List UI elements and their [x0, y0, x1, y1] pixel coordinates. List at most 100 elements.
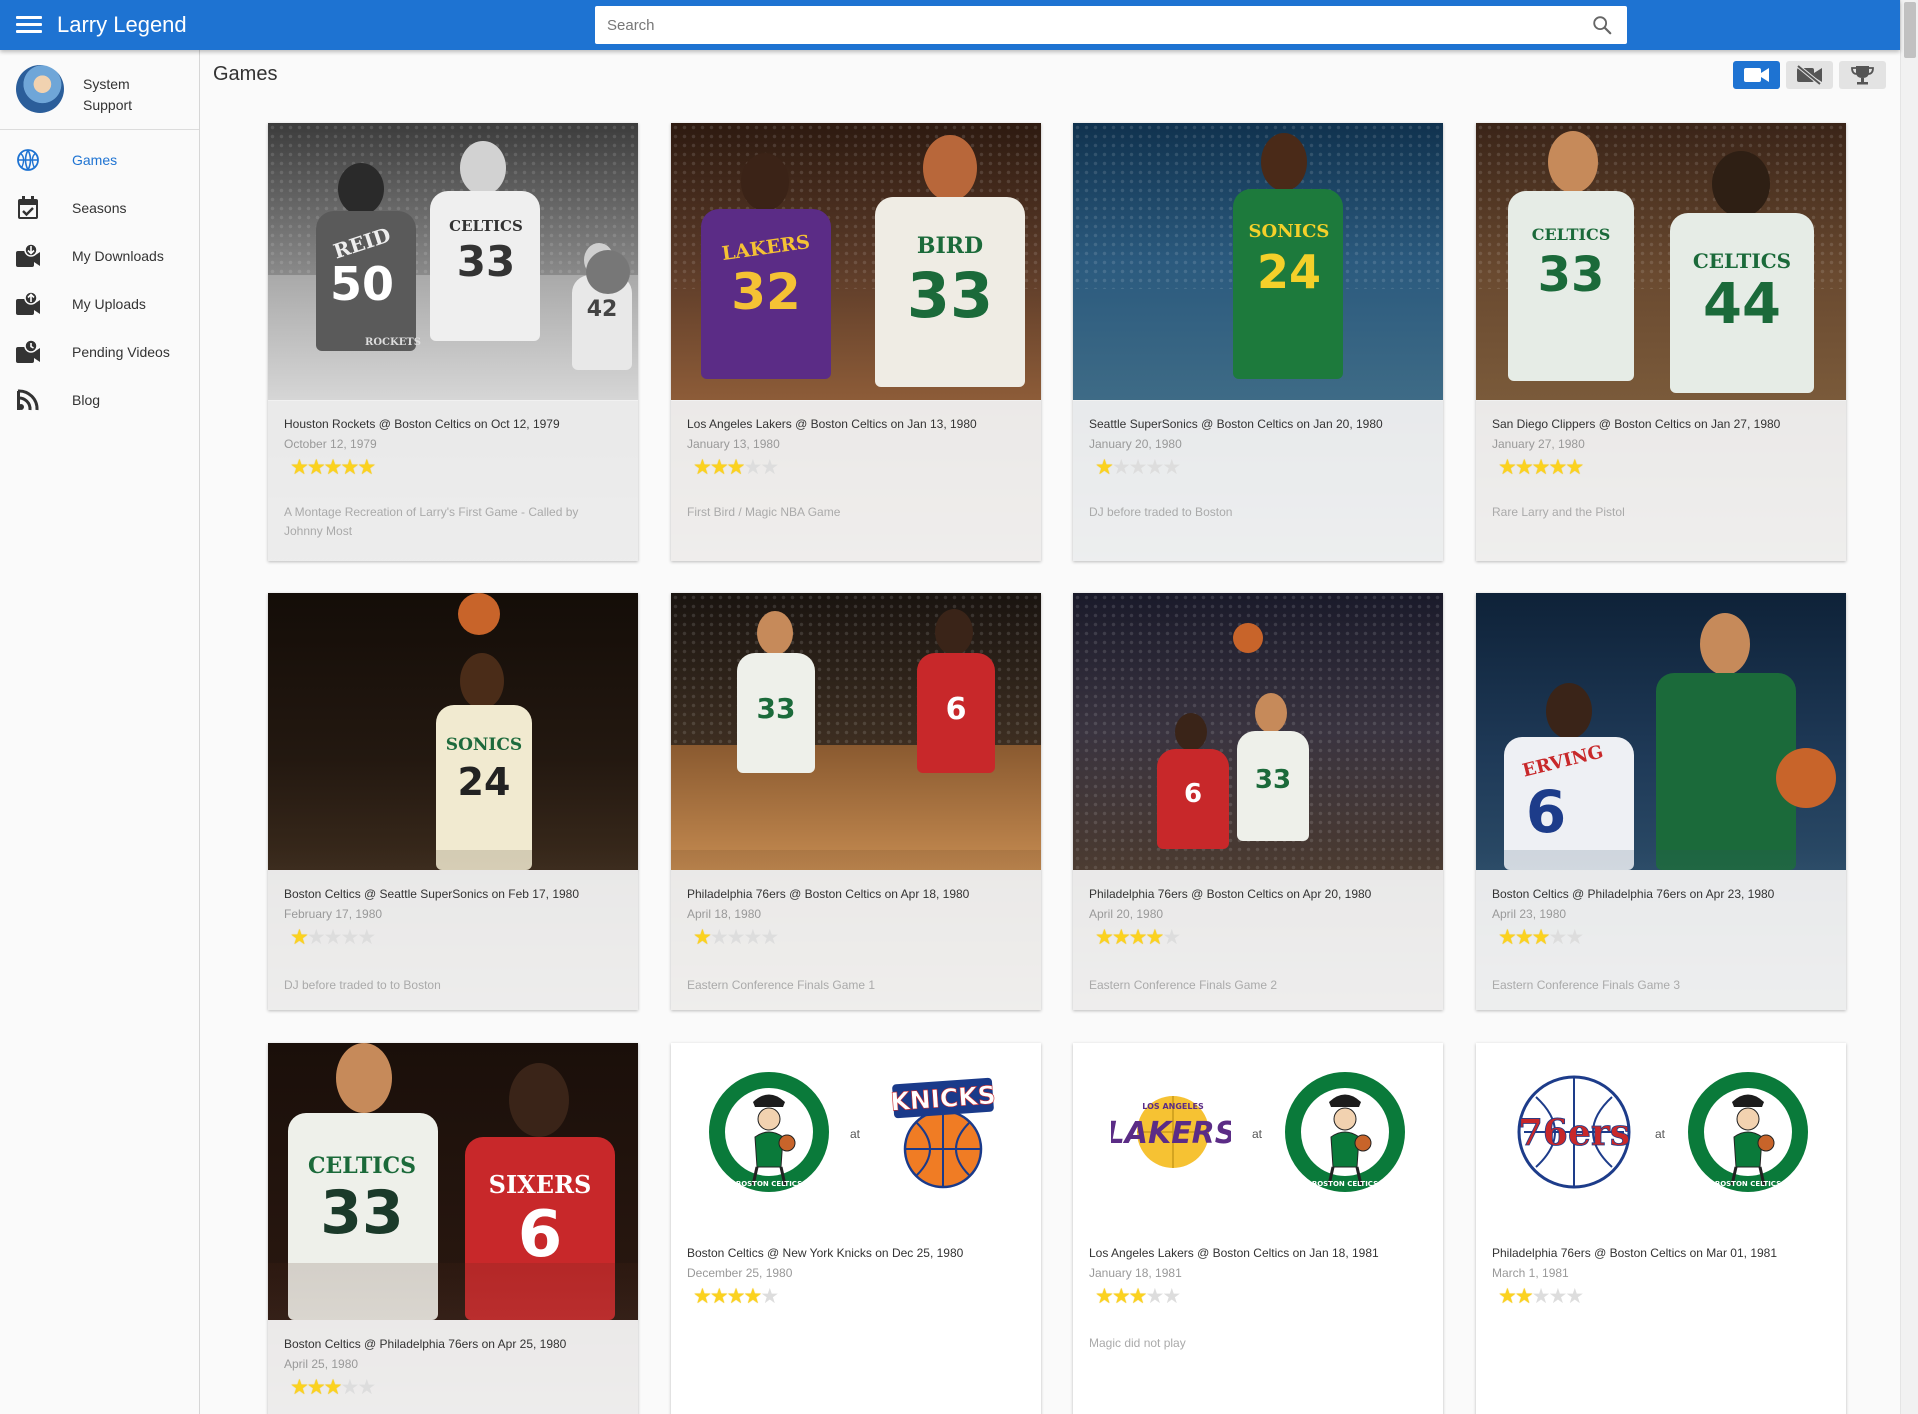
- game-card[interactable]: ERVING 6 Boston Celtics @ Philadelphia 7…: [1476, 593, 1846, 1010]
- star-icon[interactable]: ★: [1112, 1285, 1131, 1308]
- celtics-logo[interactable]: BOSTON CELTICS: [1688, 1067, 1808, 1197]
- card-title[interactable]: Boston Celtics @ Philadelphia 76ers on A…: [284, 1337, 566, 1351]
- game-card[interactable]: 33 6 Philadelphia 76ers @ Boston Celtics…: [671, 593, 1041, 1010]
- star-icon[interactable]: ★: [1498, 1285, 1517, 1308]
- game-photo[interactable]: ERVING 6: [1476, 593, 1846, 870]
- game-card[interactable]: LAKERS 32 BIRD 33 Los Angeles Lakers @ B…: [671, 123, 1041, 561]
- star-icon[interactable]: ★: [1145, 456, 1164, 479]
- sidebar-item-games[interactable]: Games: [0, 136, 199, 184]
- card-title[interactable]: Los Angeles Lakers @ Boston Celtics on J…: [1089, 1246, 1379, 1260]
- star-icon[interactable]: ★: [710, 926, 729, 949]
- game-card[interactable]: CELTICS 33 CELTICS 44 San Diego Clippers…: [1476, 123, 1846, 561]
- star-icon[interactable]: ★: [357, 1376, 376, 1399]
- game-photo[interactable]: SONICS 24: [268, 593, 638, 870]
- star-icon[interactable]: ★: [693, 926, 712, 949]
- star-icon[interactable]: ★: [693, 456, 712, 479]
- star-icon[interactable]: ★: [290, 1376, 309, 1399]
- star-icon[interactable]: ★: [743, 456, 762, 479]
- game-card[interactable]: REID 50 ROCKETS CELTICS 33 42 Houston Ro…: [268, 123, 638, 561]
- star-icon[interactable]: ★: [1548, 1285, 1567, 1308]
- sidebar-item-blog[interactable]: Blog: [0, 376, 199, 424]
- star-icon[interactable]: ★: [743, 1285, 762, 1308]
- star-icon[interactable]: ★: [760, 1285, 779, 1308]
- lakers-logo[interactable]: LOS ANGELES LAKERS: [1111, 1067, 1231, 1197]
- star-icon[interactable]: ★: [1129, 926, 1148, 949]
- star-icon[interactable]: ★: [710, 456, 729, 479]
- video-view-button[interactable]: [1733, 61, 1780, 89]
- star-icon[interactable]: ★: [1548, 926, 1567, 949]
- rating-stars[interactable]: ★★★★★: [290, 926, 376, 949]
- star-icon[interactable]: ★: [290, 456, 309, 479]
- game-card[interactable]: BOSTON CELTICS at KNICKS Boston Celtics …: [671, 1043, 1041, 1414]
- rating-stars[interactable]: ★★★★★: [1095, 926, 1181, 949]
- game-photo[interactable]: SONICS 24: [1073, 123, 1443, 400]
- star-icon[interactable]: ★: [1498, 456, 1517, 479]
- star-icon[interactable]: ★: [324, 926, 343, 949]
- rating-stars[interactable]: ★★★★★: [1095, 1285, 1181, 1308]
- card-title[interactable]: San Diego Clippers @ Boston Celtics on J…: [1492, 417, 1780, 431]
- star-icon[interactable]: ★: [727, 456, 746, 479]
- rating-stars[interactable]: ★★★★★: [693, 456, 779, 479]
- star-icon[interactable]: ★: [727, 926, 746, 949]
- rating-stars[interactable]: ★★★★★: [693, 926, 779, 949]
- star-icon[interactable]: ★: [1565, 1285, 1584, 1308]
- star-icon[interactable]: ★: [1515, 1285, 1534, 1308]
- game-card[interactable]: SONICS 24 Seattle SuperSonics @ Boston C…: [1073, 123, 1443, 561]
- star-icon[interactable]: ★: [743, 926, 762, 949]
- star-icon[interactable]: ★: [1129, 1285, 1148, 1308]
- star-icon[interactable]: ★: [340, 1376, 359, 1399]
- sidebar-item-my-downloads[interactable]: My Downloads: [0, 232, 199, 280]
- celtics-logo[interactable]: BOSTON CELTICS: [1285, 1067, 1405, 1197]
- game-card[interactable]: LOS ANGELES LAKERS at BOSTON CELTICS Los…: [1073, 1043, 1443, 1414]
- star-icon[interactable]: ★: [1515, 926, 1534, 949]
- rating-stars[interactable]: ★★★★★: [1498, 456, 1584, 479]
- star-icon[interactable]: ★: [1565, 456, 1584, 479]
- rating-stars[interactable]: ★★★★★: [693, 1285, 779, 1308]
- game-photo[interactable]: 6 33: [1073, 593, 1443, 870]
- star-icon[interactable]: ★: [1532, 1285, 1551, 1308]
- menu-icon[interactable]: [16, 13, 42, 37]
- card-title[interactable]: Los Angeles Lakers @ Boston Celtics on J…: [687, 417, 977, 431]
- star-icon[interactable]: ★: [1095, 456, 1114, 479]
- rating-stars[interactable]: ★★★★★: [290, 456, 376, 479]
- star-icon[interactable]: ★: [1548, 456, 1567, 479]
- star-icon[interactable]: ★: [357, 926, 376, 949]
- star-icon[interactable]: ★: [1162, 1285, 1181, 1308]
- rating-stars[interactable]: ★★★★★: [1095, 456, 1181, 479]
- star-icon[interactable]: ★: [1515, 456, 1534, 479]
- star-icon[interactable]: ★: [1112, 926, 1131, 949]
- star-icon[interactable]: ★: [1565, 926, 1584, 949]
- scrollbar[interactable]: [1900, 0, 1918, 1414]
- star-icon[interactable]: ★: [727, 1285, 746, 1308]
- star-icon[interactable]: ★: [1498, 926, 1517, 949]
- rating-stars[interactable]: ★★★★★: [290, 1376, 376, 1399]
- sidebar-item-pending-videos[interactable]: Pending Videos: [0, 328, 199, 376]
- sixers-logo[interactable]: 76ers: [1514, 1067, 1634, 1197]
- star-icon[interactable]: ★: [340, 456, 359, 479]
- star-icon[interactable]: ★: [307, 456, 326, 479]
- search-input[interactable]: [595, 6, 1627, 44]
- card-title[interactable]: Philadelphia 76ers @ Boston Celtics on A…: [1089, 887, 1371, 901]
- game-photo[interactable]: CELTICS 33 CELTICS 44: [1476, 123, 1846, 400]
- search-icon[interactable]: [1591, 14, 1613, 36]
- star-icon[interactable]: ★: [1112, 456, 1131, 479]
- star-icon[interactable]: ★: [710, 1285, 729, 1308]
- star-icon[interactable]: ★: [1095, 926, 1114, 949]
- game-photo[interactable]: 33 6: [671, 593, 1041, 870]
- game-card[interactable]: SONICS 24 Boston Celtics @ Seattle Super…: [268, 593, 638, 1010]
- celtics-logo[interactable]: BOSTON CELTICS: [709, 1067, 829, 1197]
- no-video-view-button[interactable]: [1786, 61, 1833, 89]
- rating-stars[interactable]: ★★★★★: [1498, 1285, 1584, 1308]
- card-title[interactable]: Houston Rockets @ Boston Celtics on Oct …: [284, 417, 560, 431]
- scrollbar-thumb[interactable]: [1904, 2, 1916, 58]
- star-icon[interactable]: ★: [324, 1376, 343, 1399]
- game-card[interactable]: 76ers at BOSTON CELTICS Philadelphia 76e…: [1476, 1043, 1846, 1414]
- star-icon[interactable]: ★: [324, 456, 343, 479]
- star-icon[interactable]: ★: [1532, 456, 1551, 479]
- game-card[interactable]: CELTICS 33 SIXERS 6 Boston Celtics @ Phi…: [268, 1043, 638, 1414]
- star-icon[interactable]: ★: [307, 1376, 326, 1399]
- star-icon[interactable]: ★: [1095, 1285, 1114, 1308]
- star-icon[interactable]: ★: [1129, 456, 1148, 479]
- star-icon[interactable]: ★: [357, 456, 376, 479]
- star-icon[interactable]: ★: [1145, 1285, 1164, 1308]
